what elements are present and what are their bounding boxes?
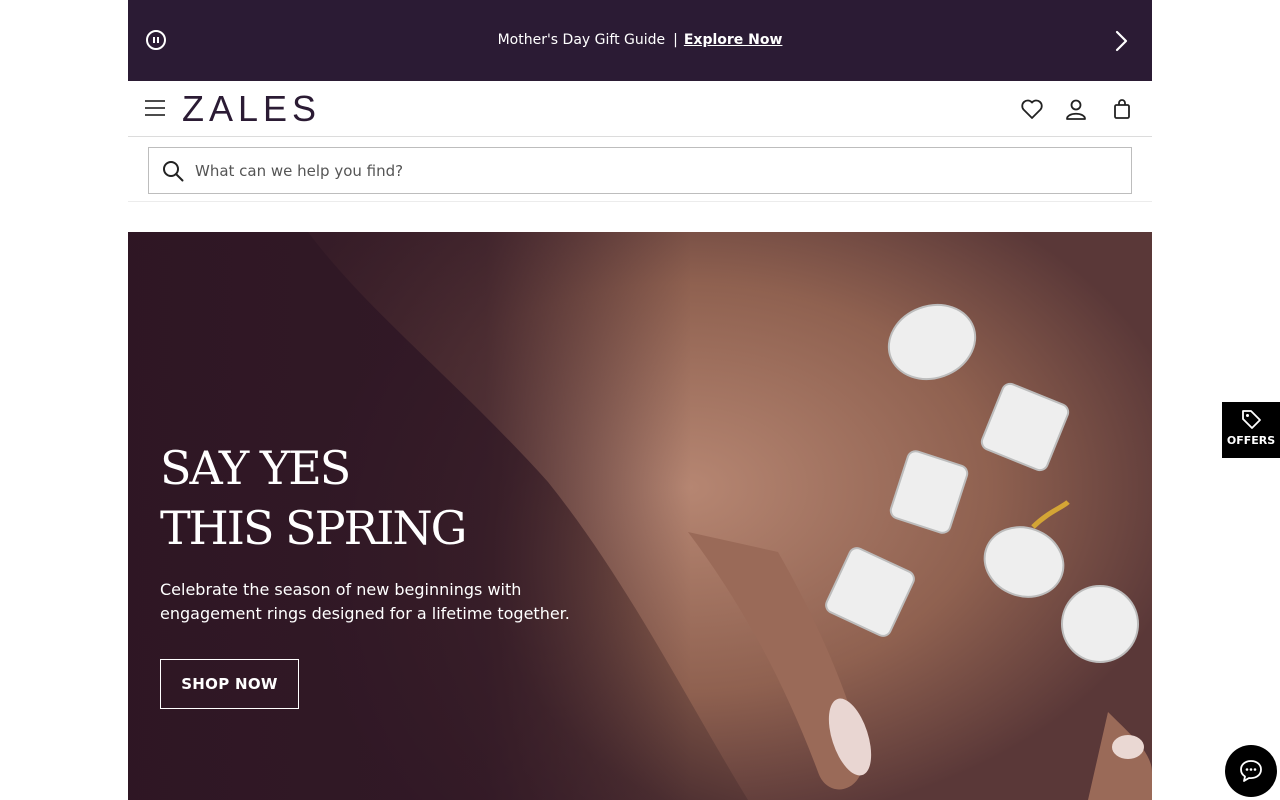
hero-description: Celebrate the season of new beginnings w…	[160, 580, 570, 623]
explore-now-link[interactable]: Explore Now	[684, 32, 783, 48]
hero-title-line-1: SAY YES	[160, 441, 351, 495]
tag-icon	[1242, 410, 1261, 429]
hero-title: SAY YES THIS SPRING	[160, 438, 467, 558]
search-input[interactable]	[195, 148, 1115, 193]
user-icon[interactable]	[1064, 97, 1088, 121]
offers-button[interactable]: OFFERS	[1222, 402, 1280, 458]
promo-message: Mother's Day Gift Guide | Explore Now	[128, 30, 1152, 50]
zales-logo[interactable]: ZALES	[182, 87, 321, 131]
promo-separator: |	[673, 32, 678, 48]
shopping-bag-icon[interactable]	[1110, 97, 1134, 121]
hero-banner[interactable]: SAY YES THIS SPRING Celebrate the season…	[128, 232, 1152, 800]
chevron-right-icon[interactable]	[1112, 30, 1132, 52]
search-box	[148, 147, 1132, 194]
shop-now-button[interactable]: SHOP NOW	[160, 659, 299, 709]
hero-title-line-2: THIS SPRING	[160, 501, 467, 555]
offers-label: OFFERS	[1226, 434, 1276, 447]
heart-icon[interactable]	[1020, 97, 1044, 121]
site-header: ZALES	[128, 81, 1152, 137]
chat-button[interactable]	[1225, 745, 1277, 797]
promo-text: Mother's Day Gift Guide	[497, 32, 666, 48]
search-bar-section	[128, 137, 1152, 202]
chat-bubble-icon	[1240, 760, 1262, 782]
hamburger-icon[interactable]	[144, 97, 166, 119]
promo-banner: Mother's Day Gift Guide | Explore Now	[128, 0, 1152, 81]
page-container: Mother's Day Gift Guide | Explore Now ZALE…	[128, 0, 1152, 800]
search-icon[interactable]	[162, 160, 184, 182]
